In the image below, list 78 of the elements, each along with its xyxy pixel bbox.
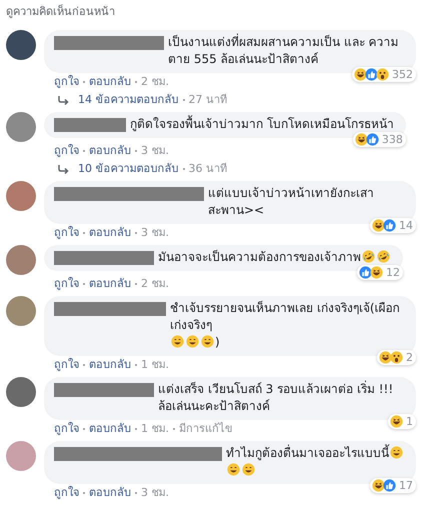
laughing-face-icon (354, 68, 367, 81)
grinning-emoji-icon (242, 463, 255, 476)
grinning-emoji-icon (171, 335, 184, 348)
comment-action-link[interactable]: ถูกใจ (54, 144, 79, 158)
reply-arrow-icon (58, 164, 70, 174)
avatar[interactable] (6, 377, 36, 407)
separator-dot (135, 428, 137, 430)
separator-dot (83, 150, 85, 152)
grinning-emoji-icon (390, 446, 403, 459)
separator-dot (135, 232, 137, 234)
comment-text: ) (215, 334, 220, 351)
reaction-count: 14 (399, 219, 413, 232)
comment-action-link[interactable]: ถูกใจ (54, 486, 79, 500)
grinning-emoji-icon (201, 335, 214, 348)
comment-action-link[interactable]: ตอบกลับ (89, 422, 131, 436)
separator-dot (135, 283, 137, 285)
laughing-face-icon (372, 219, 385, 232)
timestamp: 27 นาที (188, 93, 227, 107)
thumbs-up-icon (383, 479, 396, 492)
separator-dot (83, 81, 85, 83)
comment-text: แต่งเสร็จ เวียนโบสถ์ 3 รอบแล้วเผาต่อ เริ่ม !!! ล้อเล่นนะคะป้าสิตางค์ (158, 381, 394, 415)
previous-comments-link[interactable]: ดูความคิดเห็นก่อนหน้า (6, 2, 115, 20)
reaction-count: 2 (406, 351, 413, 364)
separator-dot (135, 150, 137, 152)
laughing-face-icon (370, 266, 383, 279)
laughing-face-icon (379, 351, 392, 364)
separator-dot (83, 428, 85, 430)
separator-dot (182, 99, 184, 101)
reply-arrow-icon (58, 95, 70, 105)
separator-dot (83, 492, 85, 494)
redaction-bar (54, 118, 126, 132)
comment-text: ทำไมกูต้องตื่นมาเจออะไรแบบนี้ (226, 445, 389, 462)
separator-dot (135, 81, 137, 83)
comment-text: ชำเจ้บรรยายจนเห็นภาพเลย เก่งจริงๆเจ้(เผือก เก่งจริงๆ (170, 300, 400, 334)
separator-dot (135, 364, 137, 366)
separator-dot (83, 283, 85, 285)
comment-text: เป็นงานแต่งที่ผสมผสานความเป็น และ ความตาย 555 ล้อเล่นนะป้าสิตางค์ (168, 34, 400, 68)
separator-dot (182, 168, 184, 170)
comment-text: มันอาจจะเป็นความต้องการของเจ้าภาพ (158, 249, 361, 266)
separator-dot (135, 492, 137, 494)
grinning-emoji-icon (227, 463, 240, 476)
laughing-tears-emoji-icon (374, 248, 392, 266)
comment-action-link[interactable]: ถูกใจ (54, 277, 79, 291)
separator-dot (173, 428, 175, 430)
timestamp: 36 นาที (188, 162, 227, 176)
surprised-face-icon (390, 351, 403, 364)
laughing-face-icon (372, 479, 385, 492)
separator-dot (83, 364, 85, 366)
comment-text: กูติดใจรองพื้นเจ้าบ่าวมาก โบกโหดเหมือนโกรธหน้า (130, 116, 394, 133)
laughing-face-icon (354, 133, 368, 146)
comment-action-link[interactable]: ถูกใจ (54, 422, 79, 436)
surprised-face-icon (376, 68, 389, 81)
comment-action-link[interactable]: ตอบกลับ (89, 277, 131, 291)
separator-dot (83, 232, 85, 234)
reaction-count: 352 (392, 68, 413, 81)
avatar[interactable] (6, 30, 36, 60)
thumbs-up-icon (365, 68, 378, 81)
comment-action-link[interactable]: ตอบกลับ (89, 226, 131, 240)
comment-action-link[interactable]: ถูกใจ (54, 75, 79, 89)
view-replies-link[interactable]: 10 ข้อความตอบกลับ (78, 162, 178, 176)
thumbs-up-icon (359, 266, 372, 279)
grinning-emoji-icon (186, 335, 199, 348)
laughing-tears-emoji-icon (360, 248, 378, 266)
reaction-count: 17 (399, 479, 413, 492)
laughing-face-icon (390, 415, 403, 428)
thumbs-up-icon (366, 133, 379, 146)
comment-action-link[interactable]: ตอบกลับ (89, 144, 131, 158)
view-replies-link[interactable]: 14 ข้อความตอบกลับ (78, 93, 178, 107)
comment-action-link[interactable]: ตอบกลับ (89, 358, 131, 372)
comment-action-link[interactable]: ตอบกลับ (89, 75, 131, 89)
reaction-count: 1 (406, 415, 413, 428)
reaction-count: 12 (386, 266, 400, 279)
reaction-count: 338 (382, 133, 403, 146)
comment-action-link[interactable]: ถูกใจ (54, 358, 79, 372)
comment-text: แต่แบบเจ้าบ่าวหน้าเทายังกะเสาสะพาน>< (208, 185, 375, 219)
comment-action-link[interactable]: ถูกใจ (54, 226, 79, 240)
thumbs-up-icon (383, 219, 396, 232)
comment-action-link[interactable]: ตอบกลับ (89, 486, 131, 500)
